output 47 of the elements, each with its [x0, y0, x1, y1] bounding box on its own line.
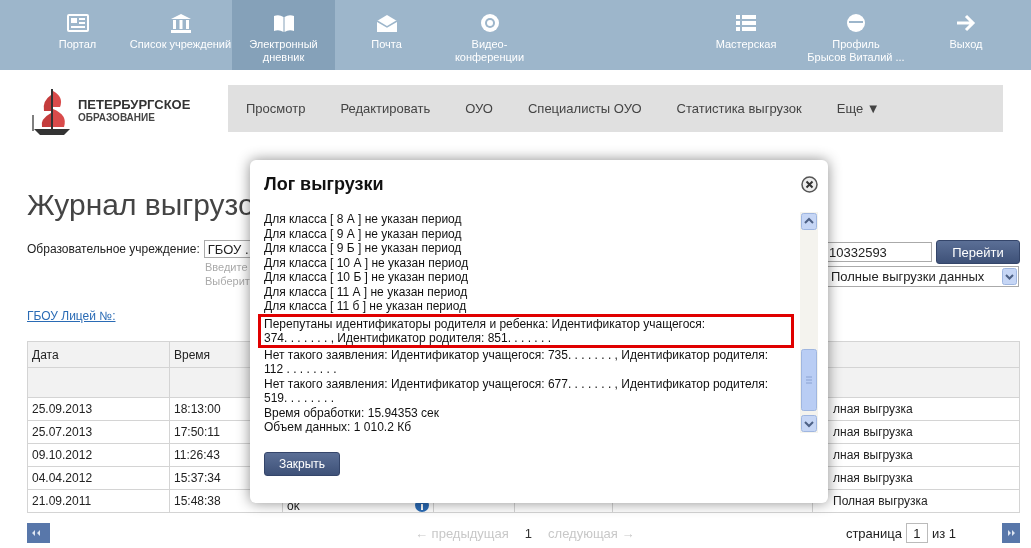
arrow-right-icon — [955, 13, 977, 33]
log-line: Для класса [ 11 А ] не указан период — [263, 284, 469, 299]
table-cell: 25.09.2013 — [27, 397, 170, 421]
logo-subtitle: ОБРАЗОВАНИЕ — [78, 111, 156, 124]
field-label: Образовательное учреждение: — [27, 242, 200, 256]
scroll-up-button — [801, 213, 817, 230]
page-title: Журнал выгрузо — [27, 187, 255, 223]
column-header[interactable]: Дата — [27, 341, 170, 368]
close-button[interactable]: Закрыть — [264, 452, 340, 476]
scrollbar[interactable] — [800, 212, 818, 433]
log-line: Для класса [ 9 Б ] не указан период — [263, 241, 463, 256]
hint-text: Выберит — [205, 274, 250, 288]
list-icon — [735, 13, 757, 33]
page-field[interactable]: 1 — [905, 523, 928, 543]
page-count: из 1 — [931, 525, 956, 541]
menu-item[interactable]: Редактировать — [340, 101, 431, 116]
school-link[interactable]: ГБОУ Лицей №: — [27, 309, 116, 323]
envelope-icon — [375, 13, 398, 33]
menu-item[interactable]: Специалисты ОУО — [527, 101, 642, 116]
close-icon — [801, 175, 818, 193]
menu-item[interactable]: Еще ▼ — [836, 101, 880, 116]
log-line: Для класса [ 10 Б ] не указан период — [263, 270, 470, 285]
lens-icon — [478, 13, 501, 33]
scroll-thumb — [801, 349, 817, 411]
table-cell: 09.10.2012 — [27, 443, 170, 467]
newspaper-icon — [66, 13, 89, 33]
table-cell: 25.07.2013 — [27, 420, 170, 444]
table-cell: 04.04.2012 — [27, 466, 170, 490]
hint-text: Введите — [205, 260, 248, 274]
book-icon — [272, 13, 295, 33]
building-icon — [169, 13, 192, 33]
scroll-down-button — [801, 415, 817, 432]
log-line: Для класса [ 9 А ] не указан период — [263, 226, 463, 241]
type-select[interactable]: Полные выгрузки данных — [825, 266, 1019, 287]
go-button[interactable]: Перейти — [936, 240, 1020, 264]
logo-title: ПЕТЕРБУРГСКОЕ — [78, 96, 191, 112]
menu-item[interactable]: Статистика выгрузок — [676, 101, 802, 116]
menu-item[interactable]: Просмотр — [246, 101, 306, 116]
dropdown-icon — [1002, 268, 1017, 285]
menu-item[interactable]: ОУО — [465, 101, 493, 116]
table-cell: 21.09.2011 — [27, 489, 170, 513]
log-line: Для класса [ 11 б ] не указан период — [263, 299, 468, 314]
page-number: 1 — [523, 525, 534, 541]
log-line: Для класса [ 10 А ] не указан период — [263, 255, 470, 270]
dialog-title: Лог выгрузки — [264, 173, 384, 195]
page-label: страница — [845, 525, 902, 541]
log-line: Для класса [ 8 А ] не указан период — [263, 212, 463, 227]
